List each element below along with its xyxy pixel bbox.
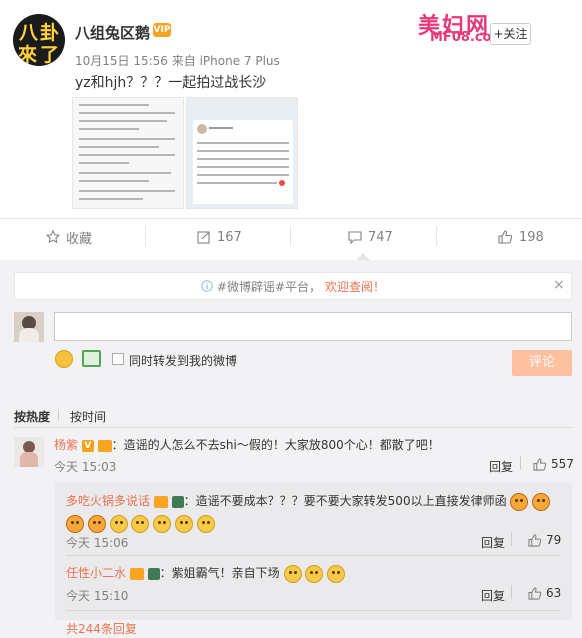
favorite-button[interactable]: 收藏 [46,226,92,248]
divider [511,585,512,599]
thumbs-up-icon [528,586,542,600]
avatar-char-4: 了 [40,44,60,66]
divider [511,532,512,546]
question-emoji-icon [283,564,302,583]
image-upload-icon[interactable] [82,350,101,367]
divider [520,456,521,470]
thumbs-up-icon [533,457,547,471]
replier-name[interactable]: 任性小二水 [66,566,126,580]
divider [436,226,437,246]
sort-by-time[interactable]: 按时间 [70,408,106,425]
reply-like-button[interactable]: 63 [528,585,561,601]
reply-like-button[interactable]: 79 [528,532,561,548]
divider [58,409,59,421]
commenter-avatar[interactable] [14,437,44,467]
info-icon [201,280,213,292]
comment-count: 747 [368,229,393,245]
reply-time: 今天 15:10 [66,589,129,603]
like-count: 198 [519,229,544,245]
reply-line: 多吃火锅多说话 ：造谣不要成本？？？要不要大家转发500以上直接发律师函 [66,490,560,534]
divider [145,226,146,246]
post-time[interactable]: 10月15日 15:56 [75,54,168,68]
vip-badge-icon[interactable]: VIP [153,23,171,37]
post-image-1[interactable] [72,97,184,209]
sync-repost-checkbox[interactable] [112,353,124,365]
reply-line: 任性小二水 ：紫姐霸气！亲自下场 [66,563,560,583]
repost-button[interactable]: 167 [197,226,242,248]
repost-count: 167 [217,229,242,245]
emoji-icon[interactable] [55,350,73,368]
question-emoji-icon [109,514,128,533]
crown-badge-icon [129,567,144,580]
repost-icon [197,231,210,244]
notice-link[interactable]: 欢迎查阅！ [325,278,385,295]
reply-like-count: 79 [546,533,562,547]
crown-badge-icon [97,439,112,452]
angry-emoji-icon [66,514,84,533]
comment-icon [348,231,362,244]
question-emoji-icon [196,514,215,533]
reply-text: ：造谣不要成本？？？要不要大家转发500以上直接发律师函 [183,494,507,508]
follow-button[interactable]: +关注 [490,23,531,45]
reply-button[interactable]: 回复 [489,458,513,475]
star-icon [46,230,60,244]
question-emoji-icon [327,564,346,583]
angry-emoji-icon [87,514,106,533]
favorite-label: 收藏 [66,231,93,247]
reply-text: ：紫姐霸气！亲自下场 [159,566,280,580]
commenter-name[interactable]: 杨紫 [54,438,78,452]
reply-time: 今天 15:06 [66,536,129,550]
divider [0,218,582,219]
view-all-replies-link[interactable]: 共244条回复 [66,620,137,637]
post-source: 来自 iPhone 7 Plus [171,54,280,68]
comment-text: ：造谣的人怎么不去shi～假的！大家放800个心！都散了吧！ [111,438,440,452]
reply-button[interactable]: 回复 [481,587,505,604]
thumbs-up-icon [528,533,542,547]
comment-like-button[interactable]: 557 [533,456,574,472]
sync-repost-label: 同时转发到我的微博 [129,354,238,368]
post-image-2[interactable] [186,97,298,209]
post-text: yz和hjh？？？一起拍过战长沙 [75,75,267,91]
question-emoji-icon [131,514,150,533]
question-emoji-icon [153,514,172,533]
reply-button[interactable]: 回复 [481,534,505,551]
divider [66,555,560,556]
comment-line: 杨紫 V ：造谣的人怎么不去shi～假的！大家放800个心！都散了吧！ [54,436,440,453]
author-name[interactable]: 八组兔区鹅 [75,22,150,43]
crown-badge-icon [153,495,168,508]
angry-emoji-icon [510,492,529,511]
replier-name[interactable]: 多吃火锅多说话 [66,494,150,508]
submit-comment-button[interactable]: 评论 [512,350,572,376]
thumbs-up-icon [498,230,513,244]
post-meta: 10月15日 15:56 来自 iPhone 7 Plus [75,52,280,69]
member-badge-icon [147,567,160,580]
member-badge-icon [171,495,184,508]
verified-icon: V [81,439,94,452]
avatar-char-3: 來 [18,44,38,66]
comment-time: 今天 15:03 [54,460,117,474]
divider [66,610,560,611]
sort-by-hot[interactable]: 按热度 [14,408,50,425]
divider [290,226,291,246]
author-avatar[interactable]: 八 卦 來 了 [13,14,65,66]
my-avatar [14,312,44,342]
comment-like-count: 557 [551,457,574,471]
close-icon[interactable]: × [553,277,565,293]
like-button[interactable]: 198 [498,226,544,248]
comment-button[interactable]: 747 [348,226,393,248]
divider [14,427,572,428]
question-emoji-icon [175,514,194,533]
rumor-notice: #微博辟谣#平台， 欢迎查阅！ [14,272,572,300]
comment-input[interactable] [54,312,572,341]
question-emoji-icon [305,564,324,583]
panel-pointer [356,253,370,260]
notice-hashtag[interactable]: #微博辟谣#平台， [217,278,321,295]
reply-like-count: 63 [546,586,562,600]
angry-emoji-icon [532,492,551,511]
